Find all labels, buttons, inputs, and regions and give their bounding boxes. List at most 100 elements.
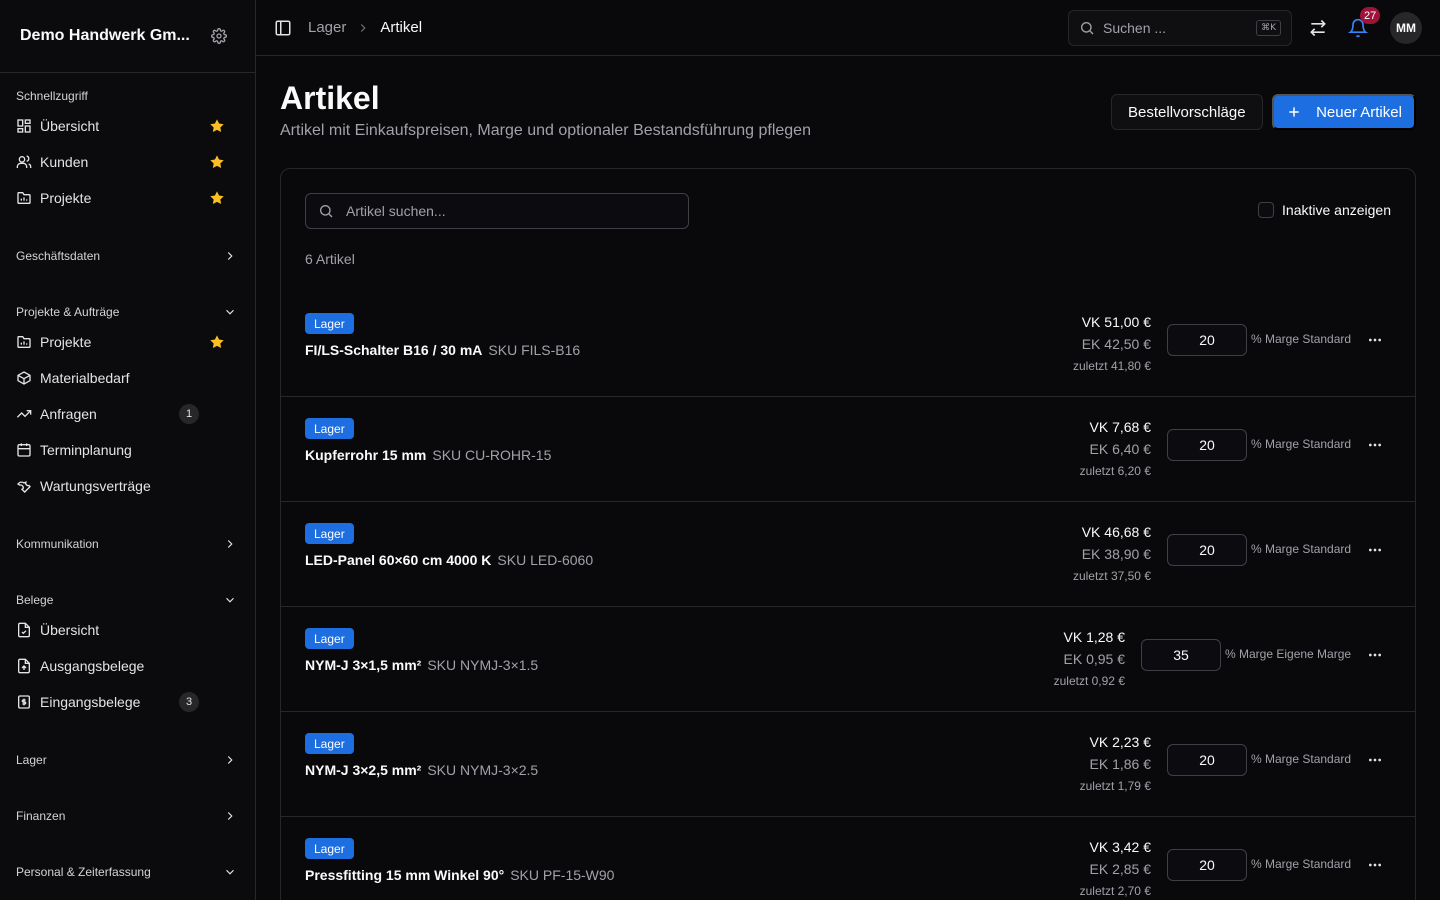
sidebar-item-maintenance-contracts[interactable]: Wartungsverträge (16, 468, 239, 504)
group-documents[interactable]: Belege (16, 588, 239, 612)
more-options-icon[interactable] (1365, 855, 1385, 875)
purchase-price: EK 38,90 € (1081, 546, 1151, 562)
article-name-text: NYM-J 3×2,5 mm² (305, 762, 422, 778)
group-projects-orders[interactable]: Projekte & Aufträge (16, 300, 239, 324)
sales-price: VK 3,42 € (1089, 839, 1152, 855)
group-business-data[interactable]: Geschäftsdaten (16, 244, 239, 268)
dashboard-icon (16, 118, 32, 134)
sales-price: VK 51,00 € (1081, 314, 1151, 330)
sidebar-item-documents-overview[interactable]: Übersicht (16, 612, 239, 648)
margin-input[interactable]: 20 (1167, 534, 1247, 566)
breadcrumb: Lager Artikel (308, 19, 422, 36)
star-icon[interactable] (209, 334, 225, 350)
sidebar-item-quick-projects[interactable]: Projekte (16, 180, 239, 216)
stock-badge: Lager (305, 418, 354, 439)
sidebar-item-label: Materialbedarf (40, 370, 130, 386)
group-stock[interactable]: Lager (16, 748, 239, 772)
show-inactive-checkbox[interactable] (1258, 202, 1275, 218)
article-row[interactable]: Lager NYM-J 3×2,5 mm² SKU NYMJ-3×2.5 VK 2… (281, 712, 1415, 817)
group-finance[interactable]: Finanzen (16, 804, 239, 828)
article-prices: VK 7,68 € EK 6,40 € zuletzt 6,20 € (1080, 417, 1151, 481)
group-label: Geschäftsdaten (16, 249, 101, 263)
article-sku: SKU CU-ROHR-15 (432, 447, 552, 463)
group-hr-time[interactable]: Personal & Zeiterfassung (16, 860, 239, 884)
margin-input[interactable]: 35 (1141, 639, 1221, 671)
margin-input[interactable]: 20 (1167, 849, 1247, 881)
show-inactive-toggle[interactable]: Inaktive anzeigen (1258, 202, 1391, 218)
order-suggestions-button[interactable]: Bestellvorschläge (1111, 94, 1263, 130)
margin-label: % Marge Eigene Marge (1225, 647, 1352, 661)
article-row[interactable]: Lager Kupferrohr 15 mm SKU CU-ROHR-15 VK … (281, 397, 1415, 502)
sidebar-item-label: Wartungsverträge (40, 478, 151, 494)
article-name-text: NYM-J 3×1,5 mm² (305, 657, 422, 673)
article-row[interactable]: Lager Pressfitting 15 mm Winkel 90° SKU P… (281, 817, 1415, 900)
article-search[interactable] (305, 193, 689, 229)
more-options-icon[interactable] (1365, 540, 1385, 560)
sidebar-item-label: Anfragen (40, 406, 97, 422)
star-icon[interactable] (209, 154, 225, 170)
article-name[interactable]: NYM-J 3×2,5 mm² SKU NYMJ-3×2.5 (305, 762, 538, 778)
sales-price: VK 2,23 € (1089, 734, 1152, 750)
chevron-down-icon (226, 869, 234, 875)
group-label: Finanzen (16, 809, 66, 823)
page-title: Artikel (280, 80, 380, 116)
more-options-icon[interactable] (1365, 330, 1385, 350)
article-prices: VK 1,28 € EK 0,95 € zuletzt 0,92 € (1054, 627, 1125, 691)
article-row[interactable]: Lager FI/LS-Schalter B16 / 30 mA SKU FILS… (281, 292, 1415, 397)
sidebar-item-label: Übersicht (40, 118, 100, 134)
article-name[interactable]: Pressfitting 15 mm Winkel 90° SKU PF-15-W… (305, 867, 614, 883)
sidebar-item-requests[interactable]: Anfragen 1 (16, 396, 239, 432)
purchase-price: EK 0,95 € (1063, 651, 1126, 667)
article-name[interactable]: Kupferrohr 15 mm SKU CU-ROHR-15 (305, 447, 551, 463)
sidebar-toggle-icon[interactable] (274, 18, 294, 38)
group-communication[interactable]: Kommunikation (16, 532, 239, 556)
stock-badge: Lager (305, 313, 354, 334)
article-row[interactable]: Lager NYM-J 3×1,5 mm² SKU NYMJ-3×1.5 VK 1… (281, 607, 1415, 712)
star-icon[interactable] (209, 190, 225, 206)
margin-input[interactable]: 20 (1167, 744, 1247, 776)
sidebar-item-outgoing-documents[interactable]: Ausgangsbelege (16, 648, 239, 684)
shortcut-hint: ⌘K (1256, 20, 1281, 36)
group-label: Personal & Zeiterfassung (16, 865, 151, 879)
article-name[interactable]: LED-Panel 60×60 cm 4000 K SKU LED-6060 (305, 552, 593, 568)
star-icon[interactable] (209, 118, 225, 134)
purchase-price: EK 1,86 € (1089, 756, 1152, 772)
article-search-input[interactable] (346, 203, 666, 219)
breadcrumb-stock[interactable]: Lager (308, 19, 346, 36)
global-search[interactable]: Suchen ... ⌘K (1068, 10, 1292, 46)
article-row[interactable]: Lager LED-Panel 60×60 cm 4000 K SKU LED-6… (281, 502, 1415, 607)
article-sku: SKU NYMJ-3×1.5 (427, 657, 539, 673)
sidebar: Demo Handwerk Gm... Schnellzugriff Übers… (0, 0, 256, 900)
search-icon (1081, 22, 1094, 35)
margin-input[interactable]: 20 (1167, 324, 1247, 356)
folder-chart-icon (16, 334, 32, 350)
new-article-button[interactable]: Neuer Artikel (1272, 94, 1416, 130)
sidebar-item-material-demand[interactable]: Materialbedarf (16, 360, 239, 396)
last-price: zuletzt 41,80 € (1072, 359, 1151, 373)
article-sku: SKU LED-6060 (497, 552, 594, 568)
company-name[interactable]: Demo Handwerk Gm... (20, 27, 200, 45)
calendar-icon (16, 442, 32, 458)
avatar[interactable]: MM (1390, 12, 1422, 44)
sidebar-item-incoming-documents[interactable]: Eingangsbelege 3 (16, 684, 239, 720)
margin-input[interactable]: 20 (1167, 429, 1247, 461)
sidebar-item-scheduling[interactable]: Terminplanung (16, 432, 239, 468)
article-name[interactable]: FI/LS-Schalter B16 / 30 mA SKU FILS-B16 (305, 342, 580, 358)
gear-icon[interactable] (211, 28, 227, 44)
switch-company-icon[interactable] (1308, 18, 1328, 38)
chevron-down-icon (226, 309, 234, 315)
sidebar-item-customers[interactable]: Kunden (16, 144, 239, 180)
sidebar-item-projects[interactable]: Projekte (16, 324, 239, 360)
margin-label: % Marge Standard (1251, 857, 1352, 871)
more-options-icon[interactable] (1365, 750, 1385, 770)
sidebar-header: Demo Handwerk Gm... (0, 0, 255, 73)
more-options-icon[interactable] (1365, 645, 1385, 665)
global-search-placeholder: Suchen ... (1103, 20, 1167, 36)
article-name-text: Pressfitting 15 mm Winkel 90° (305, 867, 505, 883)
file-up-icon (16, 658, 32, 674)
more-options-icon[interactable] (1365, 435, 1385, 455)
sidebar-item-quick-overview[interactable]: Übersicht (16, 108, 239, 144)
margin-label: % Marge Standard (1251, 437, 1352, 451)
article-name[interactable]: NYM-J 3×1,5 mm² SKU NYMJ-3×1.5 (305, 657, 538, 673)
article-prices: VK 3,42 € EK 2,85 € zuletzt 2,70 € (1080, 837, 1151, 900)
